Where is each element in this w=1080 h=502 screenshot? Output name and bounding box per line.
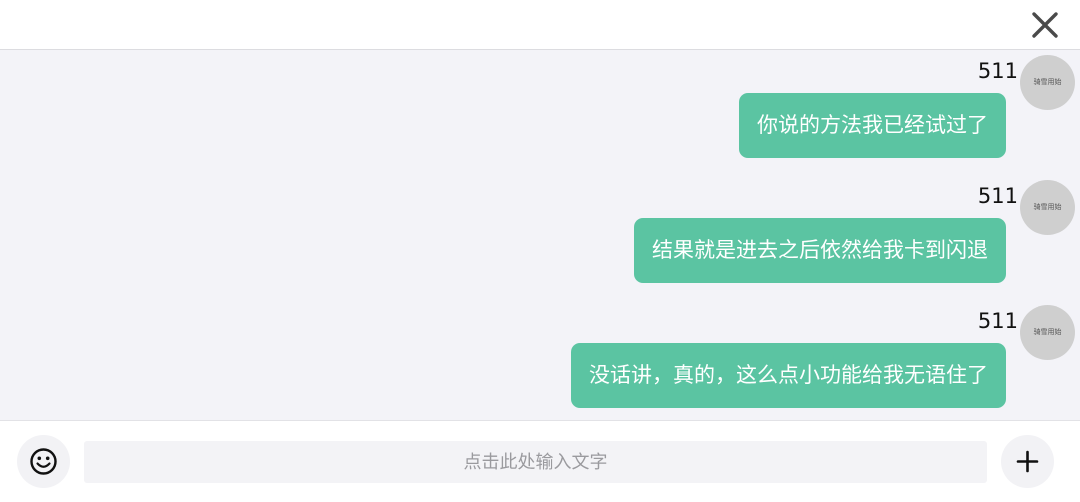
plus-button[interactable]: [1001, 435, 1054, 488]
avatar[interactable]: 骑雪用始: [1020, 180, 1075, 235]
plus-icon: [1016, 450, 1039, 473]
message-item: 511 骑雪用始 结果就是进去之后依然给我卡到闪退: [0, 175, 1080, 287]
message-list[interactable]: 511 骑雪用始 你说的方法我已经试过了 511 骑雪用始 结果就是进去之后依然…: [0, 50, 1080, 421]
message-input[interactable]: [84, 441, 987, 483]
sender-name: 511: [977, 59, 1018, 83]
message-bubble[interactable]: 结果就是进去之后依然给我卡到闪退: [634, 218, 1006, 283]
avatar[interactable]: 骑雪用始: [1020, 55, 1075, 110]
message-bubble[interactable]: 没话讲，真的，这么点小功能给我无语住了: [571, 343, 1006, 408]
top-bar: [0, 0, 1080, 50]
close-button[interactable]: [1028, 8, 1062, 42]
sender-name: 511: [977, 184, 1018, 208]
message-bubble[interactable]: 你说的方法我已经试过了: [739, 93, 1006, 158]
input-bar: [0, 421, 1080, 502]
close-icon: [1032, 12, 1058, 38]
message-item: 511 骑雪用始 你说的方法我已经试过了: [0, 50, 1080, 162]
emoji-icon: [30, 448, 57, 475]
message-item: 511 骑雪用始 没话讲，真的，这么点小功能给我无语住了: [0, 300, 1080, 412]
emoji-button[interactable]: [17, 435, 70, 488]
avatar[interactable]: 骑雪用始: [1020, 305, 1075, 360]
chat-window: 511 骑雪用始 你说的方法我已经试过了 511 骑雪用始 结果就是进去之后依然…: [0, 0, 1080, 502]
sender-name: 511: [977, 309, 1018, 333]
